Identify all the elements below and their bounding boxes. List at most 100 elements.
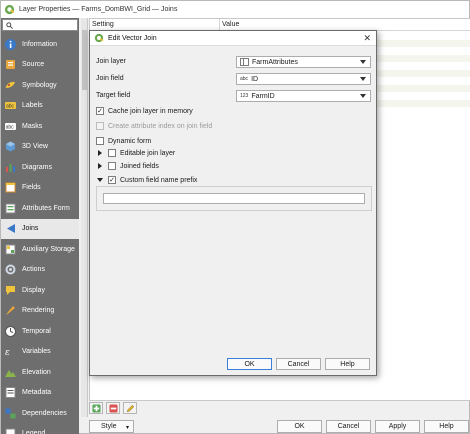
legend-icon: [4, 427, 17, 434]
editable-join-group[interactable]: Editable join layer: [96, 149, 175, 157]
target-field-value: FarmID: [251, 92, 275, 100]
svg-text:ε: ε: [5, 348, 10, 358]
sidebar-item-label: Dependencies: [22, 409, 67, 417]
target-field-combo[interactable]: 123 FarmID: [236, 90, 371, 102]
dialog-titlebar: Edit Vector Join ✕: [90, 31, 376, 46]
ok-button[interactable]: OK: [277, 420, 322, 433]
cache-join-layer-option[interactable]: ✓ Cache join layer in memory: [96, 107, 193, 115]
variables-icon: ε: [4, 345, 17, 358]
sidebar-item-label: Legend: [22, 430, 46, 434]
cancel-button[interactable]: Cancel: [326, 420, 371, 433]
join-field-label: Join field: [96, 75, 124, 82]
pencil-icon: [126, 404, 134, 412]
sidebar-item-label: Actions: [22, 266, 45, 274]
source-icon: [4, 58, 17, 71]
joins-icon: [4, 222, 17, 235]
sidebar-item-masks[interactable]: abc Masks: [1, 116, 79, 137]
edit-join-button[interactable]: [123, 402, 137, 414]
elevation-icon: [4, 366, 17, 379]
qgis-logo-icon: [94, 33, 104, 43]
join-layer-combo[interactable]: FarmAttributes: [236, 56, 371, 68]
editable-join-checkbox[interactable]: [108, 149, 116, 157]
sidebar-item-label: Fields: [22, 184, 41, 192]
rendering-icon: [4, 304, 17, 317]
information-icon: [4, 38, 17, 51]
sidebar-item-label: Elevation: [22, 368, 51, 376]
sidebar-item-attributes-form[interactable]: Attributes Form: [1, 198, 79, 219]
qgis-logo-icon: [4, 4, 15, 15]
sidebar-item-auxiliary-storage[interactable]: Auxiliary Storage: [1, 239, 79, 260]
dialog-ok-button[interactable]: OK: [227, 358, 272, 370]
sidebar-item-symbology[interactable]: Symbology: [1, 75, 79, 96]
joined-fields-checkbox[interactable]: [108, 162, 116, 170]
column-header-value[interactable]: Value: [220, 19, 239, 30]
scrollbar-thumb[interactable]: [82, 30, 87, 90]
custom-prefix-checkbox[interactable]: ✓: [108, 176, 116, 184]
fields-icon: [4, 181, 17, 194]
sidebar: Information Source Symbology abc Labels abc Ma…: [1, 18, 79, 434]
join-layer-label: Join layer: [96, 58, 126, 65]
expand-arrow-icon[interactable]: [98, 163, 102, 169]
apply-button[interactable]: Apply: [375, 420, 420, 433]
symbology-icon: [4, 79, 17, 92]
style-button[interactable]: Style ▾: [89, 420, 134, 433]
diagrams-icon: [4, 161, 17, 174]
sidebar-item-label: Attributes Form: [22, 204, 70, 212]
custom-prefix-group[interactable]: ✓ Custom field name prefix: [96, 176, 197, 184]
custom-prefix-label: Custom field name prefix: [120, 176, 198, 184]
remove-join-button[interactable]: [106, 402, 120, 414]
sidebar-item-information[interactable]: Information: [1, 34, 79, 55]
labels-icon: abc: [4, 99, 17, 112]
sidebar-item-variables[interactable]: ε Variables: [1, 342, 79, 363]
sidebar-item-metadata[interactable]: Metadata: [1, 383, 79, 404]
custom-prefix-panel: [96, 186, 372, 211]
dynamic-form-checkbox[interactable]: [96, 137, 104, 145]
add-icon: [91, 403, 101, 413]
sidebar-item-label: Labels: [22, 102, 43, 110]
chevron-down-icon: [360, 94, 366, 98]
dialog-title: Edit Vector Join: [108, 34, 157, 42]
dialog-help-button[interactable]: Help: [325, 358, 370, 370]
joins-toolbar: [89, 402, 137, 414]
join-field-combo[interactable]: abc ID: [236, 73, 371, 85]
join-layer-value: FarmAttributes: [252, 58, 298, 66]
sidebar-item-label: Auxiliary Storage: [22, 245, 75, 253]
sidebar-item-diagrams[interactable]: Diagrams: [1, 157, 79, 178]
sidebar-item-label: Metadata: [22, 389, 52, 397]
prefix-input[interactable]: [103, 193, 365, 204]
expand-arrow-icon[interactable]: [98, 150, 102, 156]
joined-fields-label: Joined fields: [120, 162, 159, 170]
sidebar-item-3d-view[interactable]: 3D View: [1, 137, 79, 158]
editable-join-label: Editable join layer: [120, 149, 176, 157]
sidebar-item-actions[interactable]: Actions: [1, 260, 79, 281]
joined-fields-group[interactable]: Joined fields: [96, 162, 159, 170]
cache-join-checkbox[interactable]: ✓: [96, 107, 104, 115]
actions-icon: [4, 263, 17, 276]
sidebar-item-temporal[interactable]: Temporal: [1, 321, 79, 342]
sidebar-item-joins[interactable]: Joins: [1, 218, 79, 239]
sidebar-item-legend[interactable]: Legend: [1, 424, 79, 434]
dialog-cancel-button[interactable]: Cancel: [276, 358, 321, 370]
string-type-icon: abc: [240, 76, 249, 82]
sidebar-item-display[interactable]: Display: [1, 280, 79, 301]
sidebar-item-fields[interactable]: Fields: [1, 178, 79, 199]
sidebar-item-rendering[interactable]: Rendering: [1, 301, 79, 322]
close-icon[interactable]: ✕: [363, 33, 371, 43]
attribute-index-checkbox: [96, 122, 104, 130]
sidebar-item-elevation[interactable]: Elevation: [1, 362, 79, 383]
sidebar-search-input[interactable]: [2, 19, 78, 31]
sidebar-item-labels[interactable]: abc Labels: [1, 96, 79, 117]
sidebar-scrollbar[interactable]: [81, 18, 88, 417]
collapse-arrow-icon[interactable]: [97, 178, 103, 182]
dynamic-form-option[interactable]: Dynamic form: [96, 137, 151, 145]
column-header-setting[interactable]: Setting: [90, 19, 220, 30]
remove-icon: [108, 403, 118, 413]
attribute-index-label: Create attribute index on join field: [108, 122, 213, 130]
add-join-button[interactable]: [89, 402, 103, 414]
help-button[interactable]: Help: [424, 420, 469, 433]
search-icon: [6, 22, 13, 29]
attribute-index-option: Create attribute index on join field: [96, 122, 212, 130]
sidebar-item-dependencies[interactable]: Dependencies: [1, 403, 79, 424]
sidebar-item-label: Rendering: [22, 307, 55, 315]
sidebar-item-source[interactable]: Source: [1, 55, 79, 76]
